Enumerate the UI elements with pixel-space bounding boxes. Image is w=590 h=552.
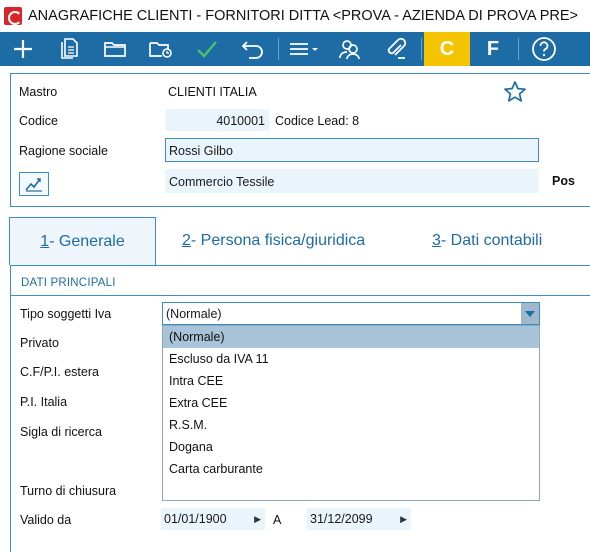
ragione-sociale-field[interactable]: Rossi Gilbo: [165, 138, 539, 162]
codice-value: 4010001: [216, 114, 265, 128]
turno-chiusura-label: Turno di chiusura: [20, 484, 117, 498]
people-icon[interactable]: [327, 32, 373, 66]
privato-label: Privato: [20, 336, 59, 350]
valido-da-value: 01/01/1900: [164, 512, 227, 526]
tab-generale-label: - Generale: [49, 232, 125, 250]
star-favorite-icon[interactable]: [503, 80, 527, 107]
toolbar-separator: [421, 38, 422, 60]
paperclip-icon[interactable]: [373, 32, 419, 66]
dropdown-option[interactable]: R.S.M.: [163, 414, 539, 436]
help-icon[interactable]: [521, 32, 567, 66]
chevron-down-icon[interactable]: [521, 303, 539, 324]
tab-generale-key: 1: [40, 232, 50, 250]
tipo-soggetti-iva-label: Tipo soggetti Iva: [20, 307, 112, 321]
dropdown-option[interactable]: Extra CEE: [163, 392, 539, 414]
descrizione-field[interactable]: Commercio Tessile: [165, 169, 539, 193]
ragione-sociale-label: Ragione sociale: [19, 144, 108, 158]
tab-persona-fisica-giuridica[interactable]: 2 - Persona fisica/giuridica: [182, 217, 365, 265]
codice-label: Codice: [19, 114, 58, 128]
codice-lead-label: Codice Lead: 8: [275, 114, 360, 128]
codice-field[interactable]: 4010001: [165, 109, 269, 131]
ragione-sociale-value: Rossi Gilbo: [169, 144, 233, 158]
section-title: DATI PRINCIPALI: [21, 277, 116, 289]
tab-bar: 1 - Generale 2 - Persona fisica/giuridic…: [0, 217, 590, 265]
app-logo-icon: [4, 7, 22, 25]
list-menu-icon[interactable]: [281, 32, 327, 66]
valido-da-field[interactable]: 01/01/1900 ▶: [161, 508, 265, 530]
mastro-value: CLIENTI ITALIA: [168, 85, 257, 99]
sigla-ricerca-label: Sigla di ricerca: [20, 425, 102, 439]
toolbar-separator: [518, 38, 519, 60]
tipo-soggetti-iva-select[interactable]: (Normale): [162, 302, 540, 325]
tab-dati-contabili[interactable]: 3 - Dati contabili: [432, 217, 542, 265]
main-toolbar: C F: [0, 32, 590, 66]
undo-icon[interactable]: [230, 32, 276, 66]
valido-a-value: 31/12/2099: [310, 512, 373, 526]
section-divider: [11, 295, 590, 296]
chart-trend-button[interactable]: [19, 172, 49, 196]
tab-dati-contabili-key: 3: [432, 232, 441, 249]
mastro-label: Mastro: [19, 85, 58, 99]
folder-icon[interactable]: [92, 32, 138, 66]
generale-panel: DATI PRINCIPALI Tipo soggetti Iva (Norma…: [10, 265, 590, 552]
check-icon[interactable]: [184, 32, 230, 66]
a-label: A: [273, 513, 282, 527]
tab-dati-contabili-label: - Dati contabili: [440, 232, 543, 249]
pi-italia-label: P.I. Italia: [20, 395, 68, 409]
folder-search-icon[interactable]: [138, 32, 184, 66]
dropdown-option[interactable]: Dogana: [163, 436, 539, 458]
play-right-icon[interactable]: ▶: [400, 508, 407, 530]
dropdown-option[interactable]: Intra CEE: [163, 370, 539, 392]
tab-persona-key: 2: [182, 232, 191, 249]
valido-a-field[interactable]: 31/12/2099 ▶: [307, 508, 411, 530]
window-title: ANAGRAFICHE CLIENTI - FORNITORI DITTA <P…: [28, 8, 579, 24]
document-icon[interactable]: [46, 32, 92, 66]
descrizione-value: Commercio Tessile: [169, 175, 275, 189]
fornitori-f-button[interactable]: F: [470, 32, 516, 66]
clienti-c-button[interactable]: C: [424, 32, 470, 66]
chart-trend-icon: [25, 178, 42, 192]
tab-generale[interactable]: 1 - Generale: [9, 217, 156, 265]
pos-label: Pos: [552, 174, 575, 188]
title-bar: ANAGRAFICHE CLIENTI - FORNITORI DITTA <P…: [0, 0, 590, 32]
dropdown-option[interactable]: Carta carburante: [163, 458, 539, 480]
dropdown-option[interactable]: (Normale): [163, 326, 539, 348]
header-panel: Mastro CLIENTI ITALIA Codice 4010001 Cod…: [10, 73, 590, 207]
plus-icon[interactable]: [0, 32, 46, 66]
tab-persona-label: - Persona fisica/giuridica: [190, 232, 366, 249]
tipo-soggetti-iva-value: (Normale): [166, 307, 222, 321]
cf-pi-estera-label: C.F/P.I. estera: [20, 365, 99, 379]
tipo-soggetti-iva-dropdown: (Normale) Escluso da IVA 11 Intra CEE Ex…: [162, 325, 540, 501]
valido-da-label: Valido da: [20, 513, 72, 527]
play-right-icon[interactable]: ▶: [254, 508, 261, 530]
dropdown-option[interactable]: Escluso da IVA 11: [163, 348, 539, 370]
toolbar-separator: [278, 38, 279, 60]
